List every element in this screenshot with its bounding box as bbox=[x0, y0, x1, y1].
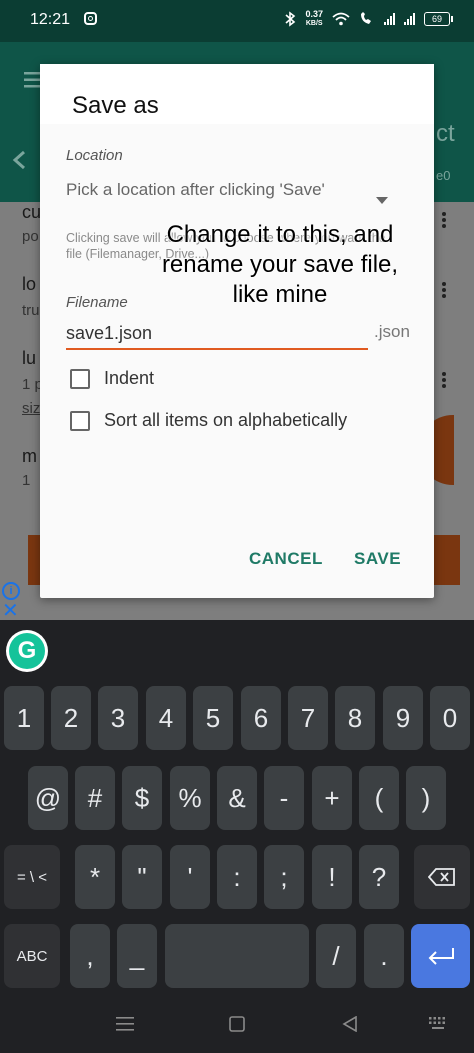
header-sub-partial: e0 bbox=[436, 168, 451, 183]
key-minus[interactable]: - bbox=[264, 766, 304, 830]
indent-checkbox[interactable] bbox=[70, 368, 90, 389]
battery-icon: 69 bbox=[424, 12, 453, 26]
key-slash[interactable]: / bbox=[316, 924, 356, 988]
list-item-title: lu bbox=[22, 348, 37, 368]
key-5[interactable]: 5 bbox=[193, 686, 233, 750]
key-1[interactable]: 1 bbox=[4, 686, 44, 750]
home-icon[interactable] bbox=[229, 1016, 245, 1032]
key-dollar[interactable]: $ bbox=[122, 766, 162, 830]
space-key[interactable] bbox=[165, 924, 309, 988]
indent-label: Indent bbox=[104, 368, 155, 388]
key-abc[interactable]: ABC bbox=[4, 924, 60, 988]
sort-label: Sort all items on alphabetically bbox=[104, 410, 348, 430]
backspace-icon bbox=[428, 868, 455, 886]
instagram-icon bbox=[84, 12, 97, 25]
key-underscore[interactable]: _ bbox=[117, 924, 157, 988]
filename-label: Filename bbox=[66, 294, 128, 311]
key-asterisk[interactable]: * bbox=[75, 845, 115, 909]
signal-icon-2 bbox=[404, 13, 415, 25]
network-speed: 0.37 KB/S bbox=[305, 9, 323, 28]
signal-icon bbox=[384, 13, 395, 25]
list-item-subtitle: 1 bbox=[22, 472, 31, 489]
dropdown-arrow-icon[interactable] bbox=[376, 197, 388, 204]
status-bar: 12:21 0.37 KB/S 69 bbox=[0, 0, 474, 42]
backspace-key[interactable] bbox=[414, 845, 470, 909]
key-hash[interactable]: # bbox=[75, 766, 115, 830]
list-item-title: lo bbox=[22, 274, 37, 294]
key-more-symbols[interactable]: = \ < bbox=[4, 845, 60, 909]
key-6[interactable]: 6 bbox=[241, 686, 281, 750]
more-vert-icon[interactable] bbox=[442, 280, 446, 300]
save-as-dialog: Save as Location Pick a location after c… bbox=[40, 64, 434, 598]
key-double-quote[interactable]: " bbox=[122, 845, 162, 909]
list-item-title: m bbox=[22, 446, 37, 466]
key-9[interactable]: 9 bbox=[383, 686, 423, 750]
key-question[interactable]: ? bbox=[359, 845, 399, 909]
back-arrow-icon[interactable] bbox=[12, 150, 26, 170]
phone-wifi-icon bbox=[361, 12, 371, 24]
cancel-button[interactable]: CANCEL bbox=[249, 549, 323, 569]
back-icon[interactable] bbox=[342, 1016, 358, 1032]
list-item-title: cu bbox=[22, 202, 42, 222]
key-paren-close[interactable]: ) bbox=[406, 766, 446, 830]
key-2[interactable]: 2 bbox=[51, 686, 91, 750]
status-time: 12:21 bbox=[30, 11, 71, 28]
indent-option[interactable]: Indent bbox=[70, 368, 154, 389]
annotation-text: Change it to this, and rename your save … bbox=[161, 221, 399, 308]
key-colon[interactable]: : bbox=[217, 845, 257, 909]
enter-key[interactable] bbox=[411, 924, 470, 988]
list-item-subtitle: tru bbox=[22, 302, 40, 319]
key-plus[interactable]: + bbox=[312, 766, 352, 830]
location-label: Location bbox=[66, 147, 123, 164]
key-comma[interactable]: , bbox=[70, 924, 110, 988]
location-dropdown[interactable]: Pick a location after clicking 'Save' bbox=[66, 179, 366, 201]
key-7[interactable]: 7 bbox=[288, 686, 328, 750]
key-4[interactable]: 4 bbox=[146, 686, 186, 750]
bluetooth-icon bbox=[285, 11, 296, 27]
key-at[interactable]: @ bbox=[28, 766, 68, 830]
key-ampersand[interactable]: & bbox=[217, 766, 257, 830]
key-0[interactable]: 0 bbox=[430, 686, 470, 750]
key-3[interactable]: 3 bbox=[98, 686, 138, 750]
key-paren-open[interactable]: ( bbox=[359, 766, 399, 830]
extension-label: .json bbox=[374, 322, 410, 341]
key-semicolon[interactable]: ; bbox=[264, 845, 304, 909]
key-percent[interactable]: % bbox=[170, 766, 210, 830]
key-exclamation[interactable]: ! bbox=[312, 845, 352, 909]
list-item-subtitle: po bbox=[22, 228, 39, 245]
dialog-title: Save as bbox=[72, 92, 159, 119]
save-button[interactable]: SAVE bbox=[354, 549, 401, 569]
enter-icon bbox=[428, 948, 454, 965]
more-vert-icon[interactable] bbox=[442, 370, 446, 390]
sort-option[interactable]: Sort all items on alphabetically bbox=[70, 410, 347, 431]
list-item-extra: siz bbox=[22, 400, 41, 417]
keyboard-hide-icon[interactable] bbox=[428, 1016, 448, 1032]
recents-icon[interactable] bbox=[116, 1016, 134, 1032]
key-dot[interactable]: . bbox=[364, 924, 404, 988]
key-8[interactable]: 8 bbox=[335, 686, 375, 750]
key-single-quote[interactable]: ' bbox=[170, 845, 210, 909]
filename-input[interactable] bbox=[66, 318, 368, 350]
header-partial: ct bbox=[436, 120, 455, 147]
grammarly-icon[interactable]: G bbox=[6, 630, 48, 672]
action-button-edge bbox=[434, 535, 460, 585]
wifi-icon bbox=[332, 12, 350, 26]
sort-checkbox[interactable] bbox=[70, 410, 90, 431]
more-vert-icon[interactable] bbox=[442, 210, 446, 230]
